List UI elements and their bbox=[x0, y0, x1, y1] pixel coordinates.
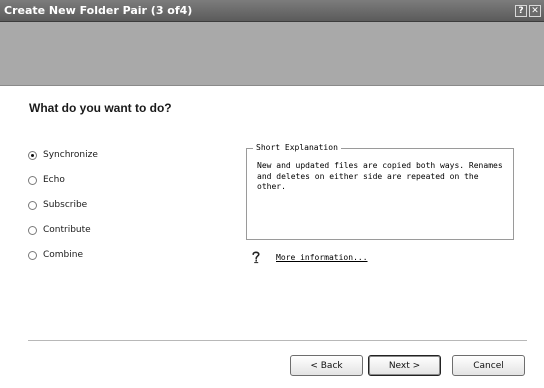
option-label: Contribute bbox=[43, 225, 91, 235]
option-echo[interactable]: Echo bbox=[28, 173, 65, 187]
back-button[interactable]: < Back bbox=[290, 355, 363, 376]
explanation-text: New and updated files are copied both wa… bbox=[257, 161, 503, 191]
footer-divider bbox=[28, 340, 527, 341]
option-label: Synchronize bbox=[43, 150, 98, 160]
explanation-heading: Short Explanation bbox=[253, 143, 341, 152]
option-label: Subscribe bbox=[43, 200, 88, 210]
more-info-row: More information... bbox=[250, 250, 368, 264]
page-question: What do you want to do? bbox=[29, 101, 172, 115]
next-button[interactable]: Next > bbox=[368, 355, 441, 376]
close-button[interactable]: ✕ bbox=[529, 5, 541, 17]
radio-synchronize[interactable] bbox=[28, 150, 37, 160]
option-contribute[interactable]: Contribute bbox=[28, 223, 91, 237]
window-title: Create New Folder Pair (3 of4) bbox=[4, 4, 193, 17]
question-mark-icon bbox=[252, 251, 260, 264]
title-bar: Create New Folder Pair (3 of4) ? ✕ bbox=[0, 0, 544, 22]
option-label: Combine bbox=[43, 250, 84, 260]
option-label: Echo bbox=[43, 175, 65, 185]
wizard-header-band bbox=[0, 22, 544, 86]
radio-contribute[interactable] bbox=[28, 225, 37, 235]
radio-echo[interactable] bbox=[28, 175, 37, 185]
short-explanation-box: Short Explanation New and updated files … bbox=[246, 143, 514, 240]
help-button[interactable]: ? bbox=[515, 5, 527, 17]
option-synchronize[interactable]: Synchronize bbox=[28, 148, 98, 162]
more-information-link[interactable]: More information... bbox=[276, 253, 368, 262]
cancel-button[interactable]: Cancel bbox=[452, 355, 525, 376]
option-combine[interactable]: Combine bbox=[28, 248, 83, 262]
radio-combine[interactable] bbox=[28, 250, 37, 260]
radio-subscribe[interactable] bbox=[28, 200, 37, 210]
option-subscribe[interactable]: Subscribe bbox=[28, 198, 87, 212]
